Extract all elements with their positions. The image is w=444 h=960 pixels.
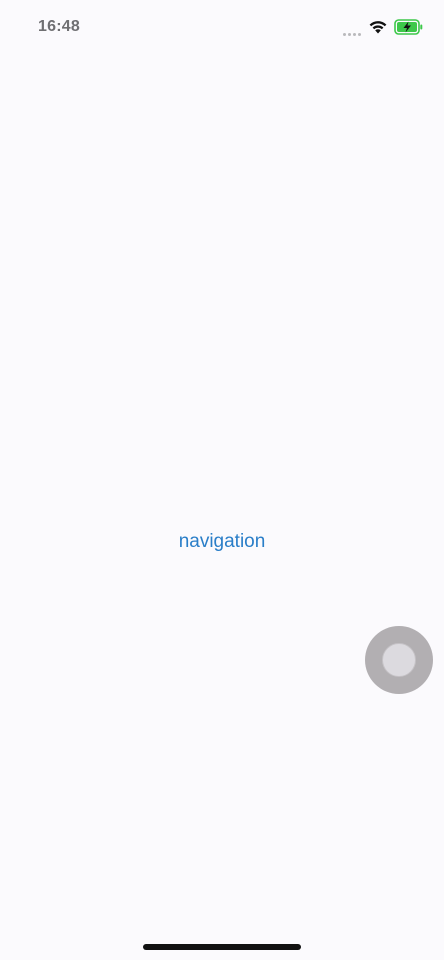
assistive-touch-button[interactable] [365,626,433,694]
wifi-icon [369,21,387,34]
navigation-link[interactable]: navigation [0,530,444,554]
home-indicator[interactable] [143,944,301,950]
cellular-signal-icon [343,30,363,36]
battery-charging-icon [394,19,423,35]
status-bar: 16:48 [0,0,444,54]
assistive-touch-icon [382,643,416,677]
status-time: 16:48 [38,18,80,35]
